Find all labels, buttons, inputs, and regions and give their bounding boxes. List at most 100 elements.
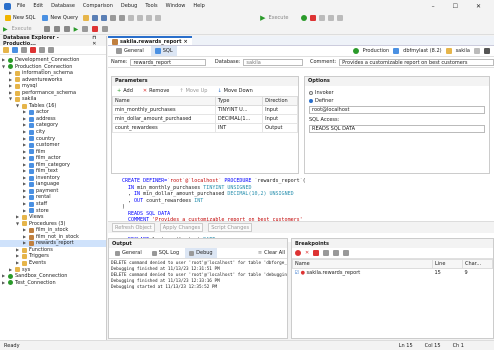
copy-icon[interactable] — [128, 14, 135, 21]
minimize-icon[interactable]: – — [432, 3, 435, 10]
connection-selector[interactable]: Production — [363, 48, 390, 54]
output-tab[interactable]: Debug — [185, 248, 217, 258]
tree-item[interactable]: ▶ Test_Connection — [0, 280, 106, 287]
parameter-row[interactable]: min_dollar_amount_purchased DECIMAL(1... I… — [112, 114, 298, 124]
filter-icon[interactable] — [21, 47, 27, 53]
undo-icon[interactable] — [110, 14, 117, 21]
breakpoint-props-icon[interactable] — [343, 250, 350, 256]
invoker-radio[interactable]: Invoker — [309, 90, 489, 96]
close-tab-icon[interactable]: × — [183, 39, 187, 45]
run-icon[interactable]: ▶ — [260, 14, 265, 22]
paste-icon[interactable] — [137, 14, 144, 21]
breakpoints-column-header[interactable]: Name — [292, 259, 433, 269]
expand-toggle-icon[interactable]: ▼ — [16, 103, 20, 110]
redo-icon[interactable] — [119, 14, 126, 21]
open-icon[interactable] — [83, 14, 90, 21]
expand-toggle-icon[interactable]: ▶ — [2, 280, 6, 287]
toolbar-icon-b[interactable] — [328, 14, 335, 21]
layout-icon-2[interactable] — [484, 48, 490, 54]
delete-breakpoint-icon[interactable]: ✕ — [305, 250, 309, 256]
apply-changes-button[interactable]: Apply Changes — [159, 223, 204, 232]
go-to-source-icon[interactable] — [333, 250, 340, 256]
add-parameter-button[interactable]: + Add — [115, 87, 135, 96]
move-down-button[interactable]: ↓ Move Down — [215, 87, 254, 96]
step-into-icon[interactable] — [43, 26, 50, 32]
menu-item[interactable]: Window — [166, 3, 186, 9]
expand-toggle-icon[interactable]: ▼ — [9, 96, 13, 103]
sql-subtab[interactable]: SQL — [150, 46, 177, 56]
definer-select[interactable]: root@localhost — [309, 106, 485, 114]
menu-item[interactable]: Debug — [121, 3, 137, 9]
clear-all-button[interactable]: ≡ Clear All — [256, 249, 287, 258]
save-icon[interactable] — [92, 14, 99, 21]
menu-item[interactable]: Comparison — [83, 3, 113, 9]
new-sql-button[interactable]: New SQL — [3, 13, 37, 22]
output-tab[interactable]: SQL Log — [148, 248, 183, 258]
properties-icon[interactable] — [48, 47, 54, 53]
script-changes-button[interactable]: Script Changes — [208, 223, 253, 232]
parameters-column-header[interactable]: Name — [112, 96, 216, 106]
parameters-column-header[interactable]: Direction — [262, 96, 298, 106]
delete-icon[interactable] — [30, 47, 36, 53]
database-select[interactable]: sakila — [243, 58, 303, 66]
schema-selector[interactable]: sakila — [456, 48, 470, 54]
debug-pause-icon[interactable] — [82, 26, 89, 32]
breakpoints-column-header[interactable]: Line — [432, 259, 463, 269]
explorer-pin-icon[interactable]: ⊓ ✕ — [92, 35, 102, 47]
format-icon[interactable] — [146, 14, 153, 21]
general-subtab[interactable]: General — [112, 46, 148, 56]
expand-toggle-icon[interactable]: ▼ — [16, 221, 20, 228]
breakpoint-row[interactable]: ☑ ● sakila.rewards_report 15 9 — [293, 269, 493, 278]
stop-icon[interactable] — [301, 14, 308, 21]
name-input[interactable]: rewards_report — [130, 58, 206, 66]
parameter-row[interactable]: count_rewardees INT Output — [112, 123, 298, 133]
new-connection-icon[interactable] — [3, 47, 9, 53]
close-window-icon[interactable]: ✕ — [476, 3, 481, 10]
output-tab[interactable]: General — [111, 248, 146, 258]
parameters-column-header[interactable]: Type — [214, 96, 264, 106]
menu-item[interactable]: Database — [51, 3, 75, 9]
debug-stop-icon[interactable] — [310, 14, 317, 21]
maximize-icon[interactable]: ☐ — [453, 3, 458, 10]
doc-tab-rewards-report[interactable]: sakila.rewards_report × — [108, 36, 192, 45]
debug-break-icon[interactable] — [92, 26, 99, 32]
sql-access-select[interactable]: READS SQL DATA — [309, 125, 485, 133]
toolbar-icon-c[interactable] — [337, 14, 344, 21]
save-all-icon[interactable] — [101, 14, 108, 21]
expand-toggle-icon[interactable]: ▶ — [23, 208, 27, 215]
menu-item[interactable]: File — [17, 3, 25, 9]
step-over-icon[interactable] — [53, 26, 60, 32]
new-query-button[interactable]: New Query — [40, 13, 80, 22]
debug-start-icon[interactable]: ▶ — [74, 26, 79, 33]
execute-small-icon[interactable]: ▶ — [3, 26, 8, 33]
remove-parameter-button[interactable]: ✕ Remove — [141, 87, 172, 96]
expand-toggle-icon[interactable]: ▼ — [2, 64, 6, 71]
breakpoints-column-header[interactable]: Char... — [462, 259, 493, 269]
options-icon[interactable] — [155, 14, 162, 21]
server-selector[interactable]: dbfmylast (8.2) — [403, 48, 441, 54]
menu-item[interactable]: Help — [193, 3, 204, 9]
expand-toggle-icon[interactable]: ▶ — [23, 240, 27, 247]
step-out-icon[interactable] — [63, 26, 70, 32]
delete-all-breakpoints-icon[interactable] — [313, 250, 320, 256]
comment-input[interactable]: Provides a customizable report on best c… — [339, 58, 494, 66]
expand-toggle-icon[interactable]: ▶ — [9, 267, 13, 274]
move-up-button[interactable]: ↑ Move Up — [177, 87, 209, 96]
expand-toggle-icon[interactable]: ▶ — [16, 260, 20, 267]
execute-label[interactable]: Execute — [268, 15, 288, 21]
checkbox-icon[interactable]: ☑ — [295, 270, 299, 276]
execute-small-label[interactable]: Execute — [12, 26, 32, 32]
new-breakpoint-icon[interactable] — [295, 250, 301, 256]
parameter-row[interactable]: min_monthly_purchases TINYINT U... Input — [112, 105, 298, 115]
refresh-icon[interactable] — [12, 47, 18, 53]
definer-radio[interactable]: Definer — [309, 98, 489, 104]
refresh-object-button[interactable]: Refresh Object — [112, 223, 155, 232]
toolbar-icon-a[interactable] — [319, 14, 326, 21]
menu-item[interactable]: Edit — [33, 3, 43, 9]
table-icon — [29, 129, 34, 135]
menu-item[interactable]: Tools — [145, 3, 157, 9]
toggle-breakpoints-icon[interactable] — [323, 250, 330, 256]
collapse-icon[interactable] — [39, 47, 45, 53]
layout-icon-1[interactable] — [474, 48, 480, 54]
debug-extra-icon[interactable] — [102, 26, 109, 32]
